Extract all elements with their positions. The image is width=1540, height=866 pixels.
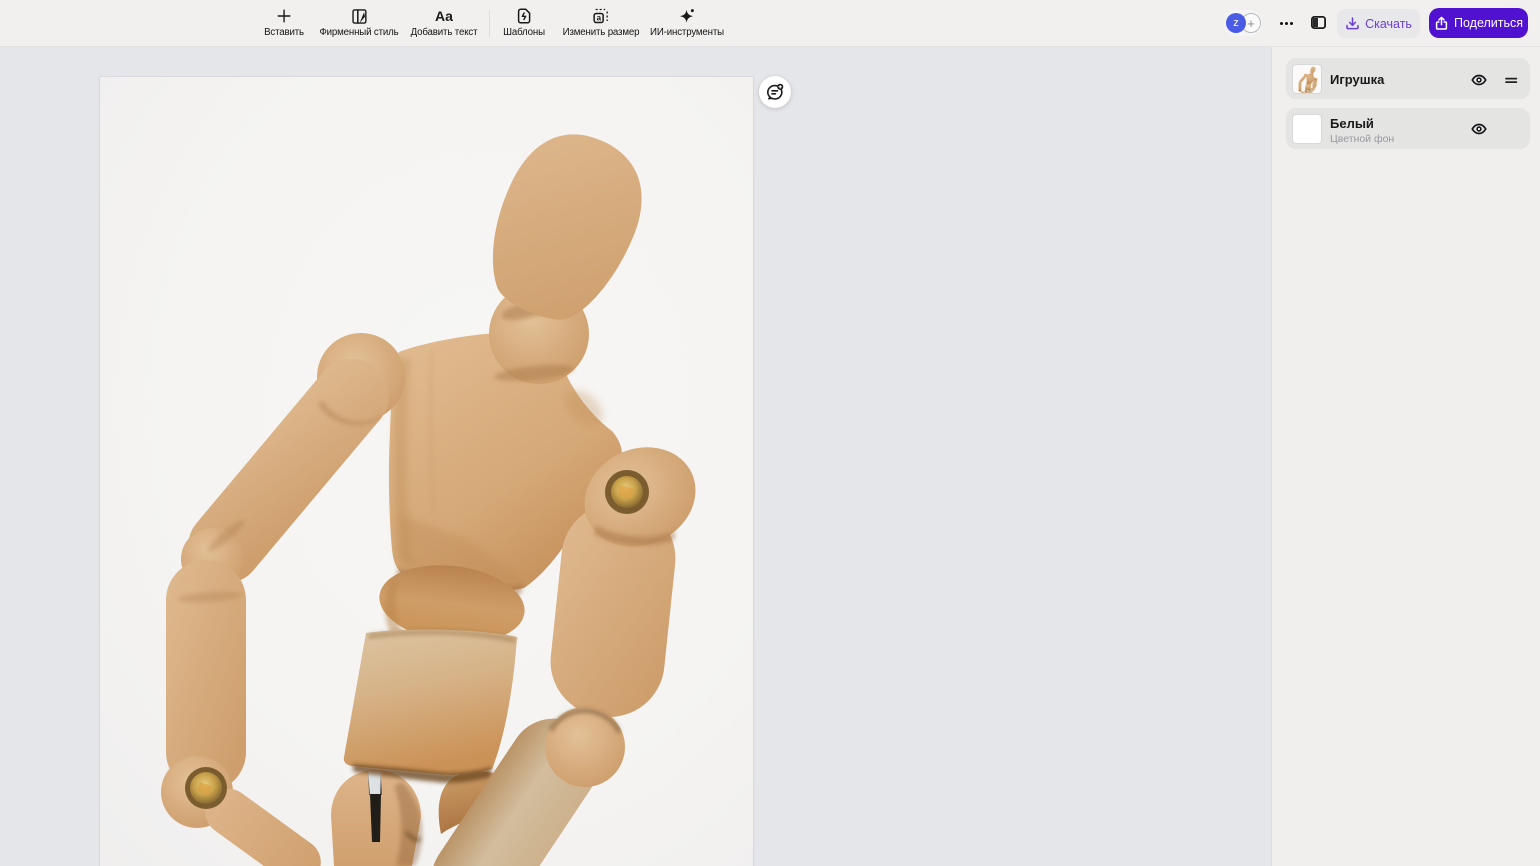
svg-text:a: a bbox=[597, 14, 602, 23]
